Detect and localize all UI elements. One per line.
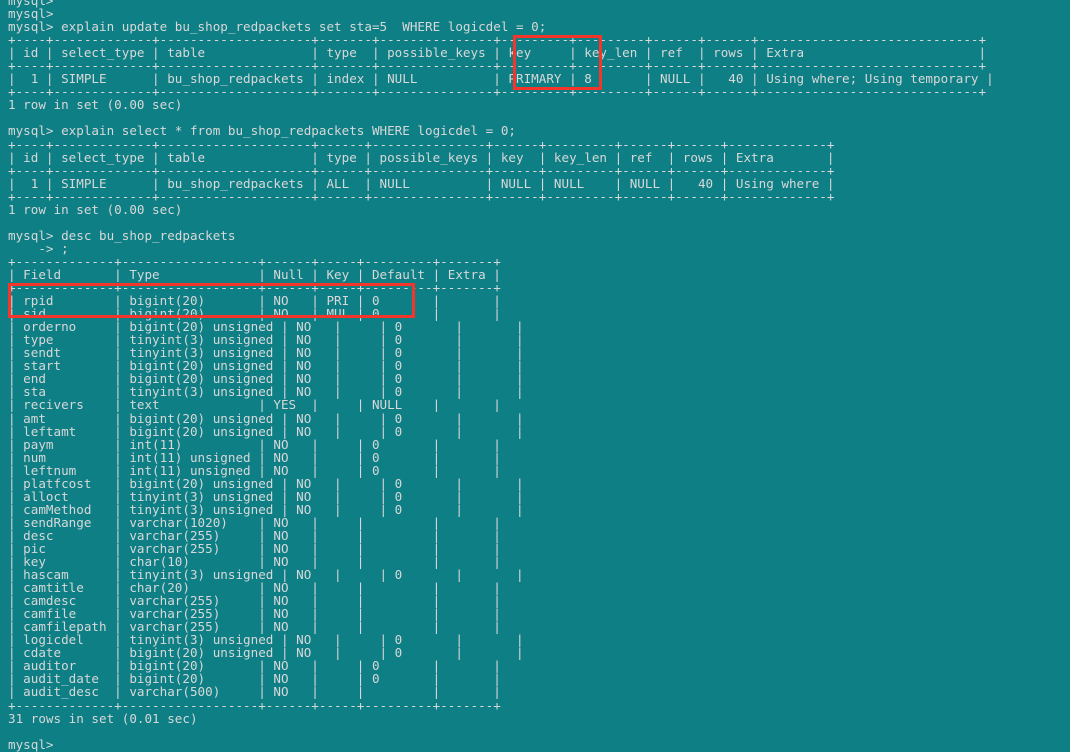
- terminal-line-t3-row-num: | num | int(11) unsigned | NO | | 0 | |: [8, 449, 501, 465]
- terminal-line-command-explain-select: mysql> explain select * from bu_shop_red…: [8, 123, 516, 139]
- terminal-line-t2-header: | id | select_type | table | type | poss…: [8, 149, 835, 165]
- terminal-line-t3-row-amt: | amt | bigint(20) unsigned | NO | | 0 |…: [8, 410, 524, 426]
- terminal-line-t3-row-recivers: | recivers | text | YES | | NULL | |: [8, 397, 501, 413]
- terminal-line-t3-row-alloct: | alloct | tinyint(3) unsigned | NO | | …: [8, 488, 524, 504]
- terminal-line-t3-row-sendRange: | sendRange | varchar(1020) | NO | | | |: [8, 514, 501, 530]
- mysql-terminal-window[interactable]: mysql> mysql> mysql> explain update bu_sho…: [0, 0, 1070, 752]
- terminal-line-t3-row-audit_desc: | audit_desc | varchar(500) | NO | | | |: [8, 684, 501, 700]
- terminal-line-final-prompt: mysql>: [8, 736, 54, 752]
- terminal-line-command-desc: mysql> desc bu_shop_redpackets: [8, 227, 236, 243]
- terminal-line-t3-row-camMethod: | camMethod | tinyint(3) unsigned | NO |…: [8, 501, 524, 517]
- terminal-line-t3-row-platfcost: | platfcost | bigint(20) unsigned | NO |…: [8, 475, 524, 491]
- terminal-line-t3-row-leftamt: | leftamt | bigint(20) unsigned | NO | |…: [8, 423, 524, 439]
- terminal-line-t2-result: 1 row in set (0.00 sec): [8, 201, 183, 217]
- terminal-line-t3-rule-bot: +-------------+------------------+------…: [8, 697, 501, 713]
- terminal-line-blank-2: [8, 216, 994, 229]
- terminal-line-t2-row-1: | 1 | SIMPLE | bu_shop_redpackets | ALL …: [8, 175, 835, 191]
- terminal-line-t2-rule-mid: +----+-------------+--------------------…: [8, 162, 835, 178]
- terminal-line-t3-row-desc: | desc | varchar(255) | NO | | | |: [8, 527, 501, 543]
- terminal-line-t1-result: 1 row in set (0.00 sec): [8, 97, 183, 113]
- terminal-line-blank-3: [8, 725, 994, 738]
- terminal-line-t3-row-paym: | paym | int(11) | NO | | 0 | |: [8, 436, 501, 452]
- terminal-line-continuation-semicolon: -> ;: [8, 240, 69, 256]
- terminal-line-t2-rule-top: +----+-------------+--------------------…: [8, 136, 835, 152]
- terminal-line-t2-rule-bot: +----+-------------+--------------------…: [8, 188, 835, 204]
- terminal-screen: mysql> mysql> mysql> explain update bu_sho…: [8, 0, 994, 751]
- terminal-line-clipped-prompt: mysql>: [8, 0, 54, 8]
- terminal-line-t3-row-leftnum: | leftnum | int(11) unsigned | NO | | 0 …: [8, 462, 501, 478]
- terminal-line-t3-result: 31 rows in set (0.01 sec): [8, 710, 198, 726]
